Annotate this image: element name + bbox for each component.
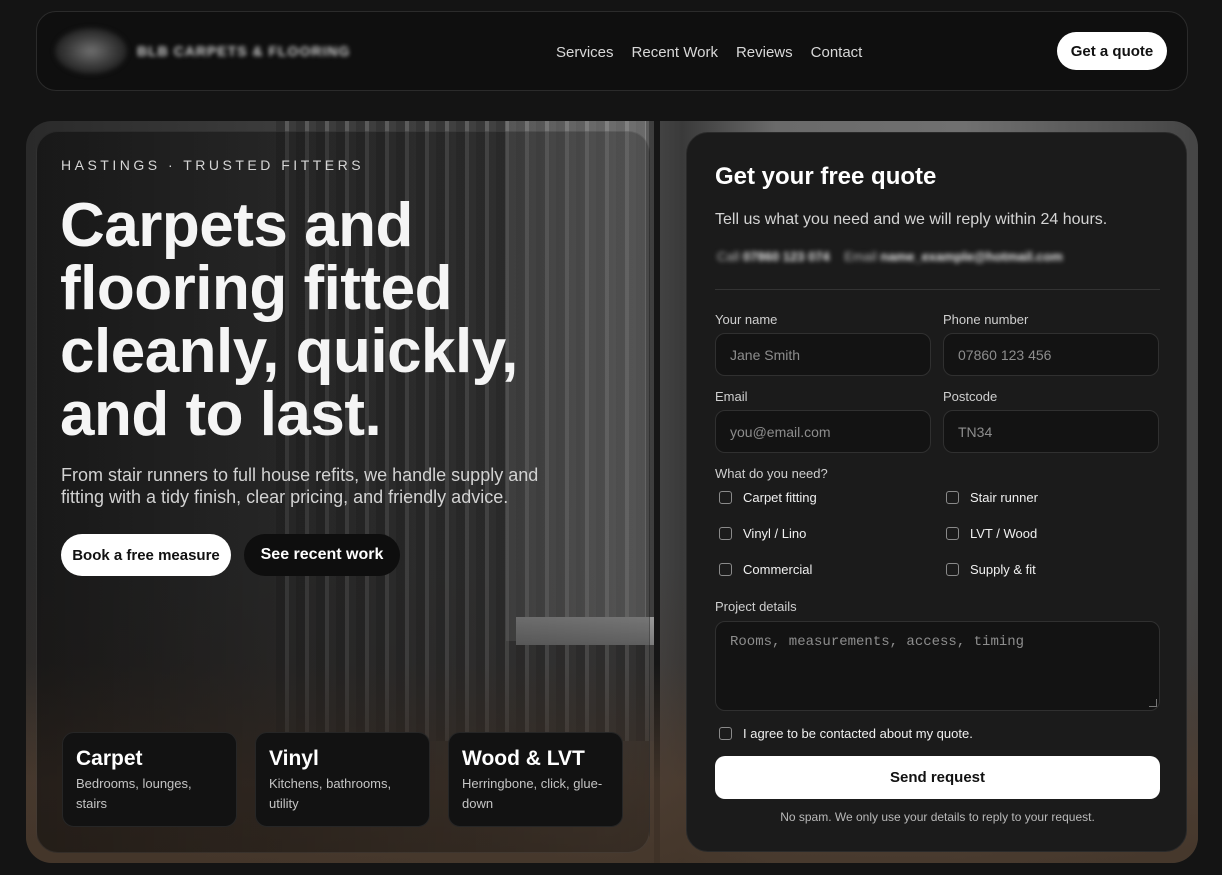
option-label: Vinyl / Lino (743, 526, 807, 541)
logo-mark-icon (55, 28, 127, 74)
card-title: Wood & LVT (462, 747, 585, 770)
needs-label: What do you need? (715, 466, 828, 481)
name-label: Your name (715, 312, 778, 327)
option-vinyl-lino[interactable]: Vinyl / Lino (719, 526, 806, 541)
hero-headline: Carpets and flooring fitted cleanly, qui… (60, 191, 518, 449)
consent-label: I agree to be contacted about my quote. (743, 726, 973, 741)
card-description: Kitchens, bathrooms, utility (269, 776, 392, 811)
nav-recent-work[interactable]: Recent Work (632, 44, 718, 61)
service-card-carpet[interactable]: Carpet Bedrooms, lounges, stairs (62, 732, 237, 827)
divider (715, 289, 1160, 290)
option-carpet-fitting[interactable]: Carpet fitting (719, 490, 817, 505)
quote-form: Get your free quote Tell us what you nee… (686, 132, 1187, 852)
email-input[interactable] (715, 410, 931, 453)
contact-email[interactable]: name_example@hotmail.com (880, 249, 1062, 264)
name-input[interactable] (715, 333, 931, 376)
postcode-input[interactable] (943, 410, 1159, 453)
email-label: Email (844, 249, 877, 264)
email-field-label: Email (715, 389, 748, 404)
privacy-note: No spam. We only use your details to rep… (780, 810, 1095, 824)
site-header: BLB CARPETS & FLOORING Services Recent W… (36, 11, 1188, 91)
checkbox[interactable] (946, 563, 959, 576)
logo-text: BLB CARPETS & FLOORING (137, 43, 351, 59)
hero-subcopy: From stair runners to full house refits,… (61, 465, 539, 507)
checkbox[interactable] (719, 727, 732, 740)
option-label: Supply & fit (970, 562, 1036, 577)
postcode-label: Postcode (943, 389, 998, 404)
checkbox[interactable] (719, 563, 732, 576)
get-quote-button[interactable]: Get a quote (1057, 32, 1167, 70)
card-description: Bedrooms, lounges, stairs (76, 776, 192, 811)
service-cards: Carpet Bedrooms, lounges, stairs Vinyl K… (62, 732, 623, 827)
send-request-button[interactable]: Send request (715, 756, 1160, 799)
checkbox[interactable] (719, 527, 732, 540)
consent-checkbox[interactable]: I agree to be contacted about my quote. (719, 726, 973, 741)
nav-contact[interactable]: Contact (811, 44, 863, 61)
card-description: Herringbone, click, glue-down (462, 776, 603, 811)
service-card-wood-lvt[interactable]: Wood & LVT Herringbone, click, glue-down (448, 732, 623, 827)
option-label: Commercial (743, 562, 813, 577)
service-card-vinyl[interactable]: Vinyl Kitchens, bathrooms, utility (255, 732, 430, 827)
phone-label: Phone number (943, 312, 1029, 327)
card-title: Vinyl (269, 747, 319, 770)
checkbox[interactable] (946, 491, 959, 504)
option-lvt-wood[interactable]: LVT / Wood (946, 526, 1037, 541)
resize-grip-icon[interactable] (1149, 699, 1157, 707)
option-label: Stair runner (970, 490, 1038, 505)
nav-reviews[interactable]: Reviews (736, 44, 793, 61)
book-measure-button[interactable]: Book a free measure (61, 534, 231, 576)
contact-phone[interactable]: 07860 123 074 (743, 249, 830, 264)
card-title: Carpet (76, 747, 143, 770)
main-nav: Services Recent Work Reviews Contact (556, 44, 862, 61)
checkbox[interactable] (719, 491, 732, 504)
form-subtitle: Tell us what you need and we will reply … (715, 211, 1108, 228)
hero-eyebrow: HASTINGS · TRUSTED FITTERS (61, 157, 365, 173)
checkbox[interactable] (946, 527, 959, 540)
option-stair-runner[interactable]: Stair runner (946, 490, 1038, 505)
form-title: Get your free quote (715, 163, 937, 190)
nav-services[interactable]: Services (556, 44, 614, 61)
option-label: Carpet fitting (743, 490, 817, 505)
option-supply-fit[interactable]: Supply & fit (946, 562, 1036, 577)
logo[interactable]: BLB CARPETS & FLOORING (55, 26, 355, 76)
option-label: LVT / Wood (970, 526, 1038, 541)
phone-input[interactable] (943, 333, 1159, 376)
details-label: Project details (715, 599, 797, 614)
contact-details: Call 07860 123 074 Email name_example@ho… (717, 249, 1063, 264)
project-details-textarea[interactable] (715, 621, 1160, 711)
option-commercial[interactable]: Commercial (719, 562, 812, 577)
see-recent-work-button[interactable]: See recent work (244, 534, 400, 576)
call-label: Call (717, 249, 740, 264)
